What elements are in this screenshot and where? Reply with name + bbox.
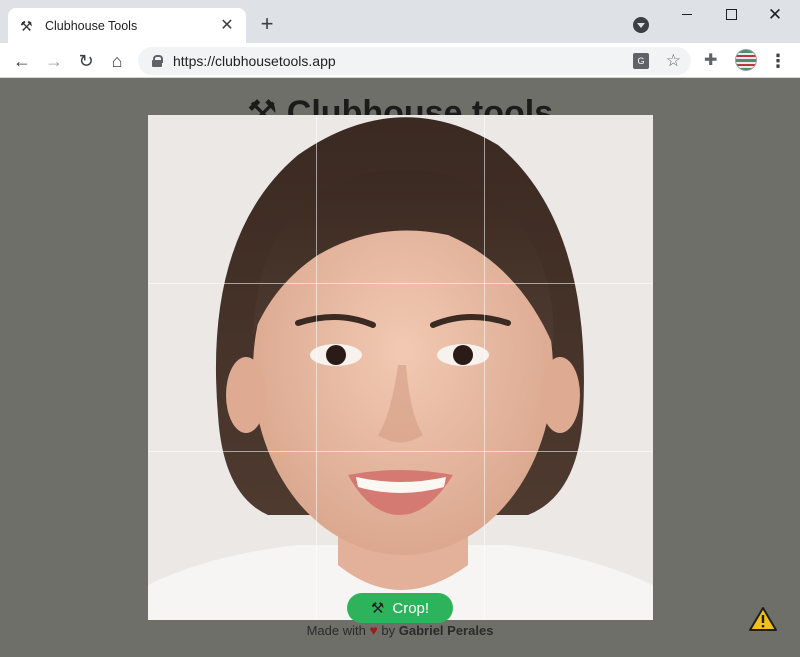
grid-line-vertical <box>316 115 317 620</box>
crop-button[interactable]: ⚒ Crop! <box>347 593 453 623</box>
author-link[interactable]: Gabriel Perales <box>399 623 494 638</box>
browser-tabstrip: ⚒ Clubhouse Tools ✕ + ✕ <box>0 0 800 43</box>
tab-title: Clubhouse Tools <box>45 18 138 33</box>
browser-menu-icon[interactable]: ⋮ <box>768 47 788 75</box>
portrait-photo <box>148 115 653 620</box>
home-icon[interactable]: ⌂ <box>103 47 131 75</box>
window-close-button[interactable]: ✕ <box>752 0 798 30</box>
tools-icon: ⚒ <box>370 599 385 617</box>
minimize-button[interactable] <box>664 0 710 30</box>
heart-icon: ♥ <box>369 622 378 638</box>
page-content: ⚒ Clubhouse tools ⚒ Crop! Made with ♥ by… <box>0 79 800 657</box>
translate-icon[interactable]: G <box>633 53 649 69</box>
footer-by: by <box>381 623 396 638</box>
reload-icon[interactable]: ↻ <box>72 47 100 75</box>
browser-toolbar: ← → ↻ ⌂ https://clubhousetools.app G ☆ ✚ <box>0 43 800 78</box>
portrait-illustration <box>148 115 653 620</box>
tab-search-icon[interactable] <box>633 17 649 33</box>
tab-close-icon[interactable]: ✕ <box>218 17 236 35</box>
warning-icon[interactable] <box>749 606 777 632</box>
forward-arrow-icon[interactable]: → <box>40 47 68 75</box>
lock-icon[interactable] <box>152 55 163 67</box>
extensions-puzzle-icon[interactable]: ✚ <box>704 51 717 71</box>
maximize-button[interactable] <box>708 0 754 30</box>
profile-avatar[interactable] <box>735 49 757 71</box>
url-text[interactable]: https://clubhousetools.app <box>173 53 336 69</box>
address-bar[interactable]: https://clubhousetools.app G ☆ <box>138 47 691 75</box>
crop-area[interactable] <box>148 115 653 620</box>
tools-icon: ⚒ <box>20 17 33 34</box>
bookmark-star-icon[interactable]: ☆ <box>666 50 681 72</box>
footer-prefix: Made with <box>306 623 366 638</box>
grid-line-vertical <box>484 115 485 620</box>
new-tab-button[interactable]: + <box>255 12 279 36</box>
footer: Made with ♥ by Gabriel Perales <box>0 622 800 638</box>
crop-button-label: Crop! <box>392 599 430 617</box>
grid-line-horizontal <box>148 451 653 452</box>
grid-line-horizontal <box>148 283 653 284</box>
back-arrow-icon[interactable]: ← <box>8 47 36 75</box>
browser-tab[interactable]: ⚒ Clubhouse Tools ✕ <box>8 8 246 43</box>
